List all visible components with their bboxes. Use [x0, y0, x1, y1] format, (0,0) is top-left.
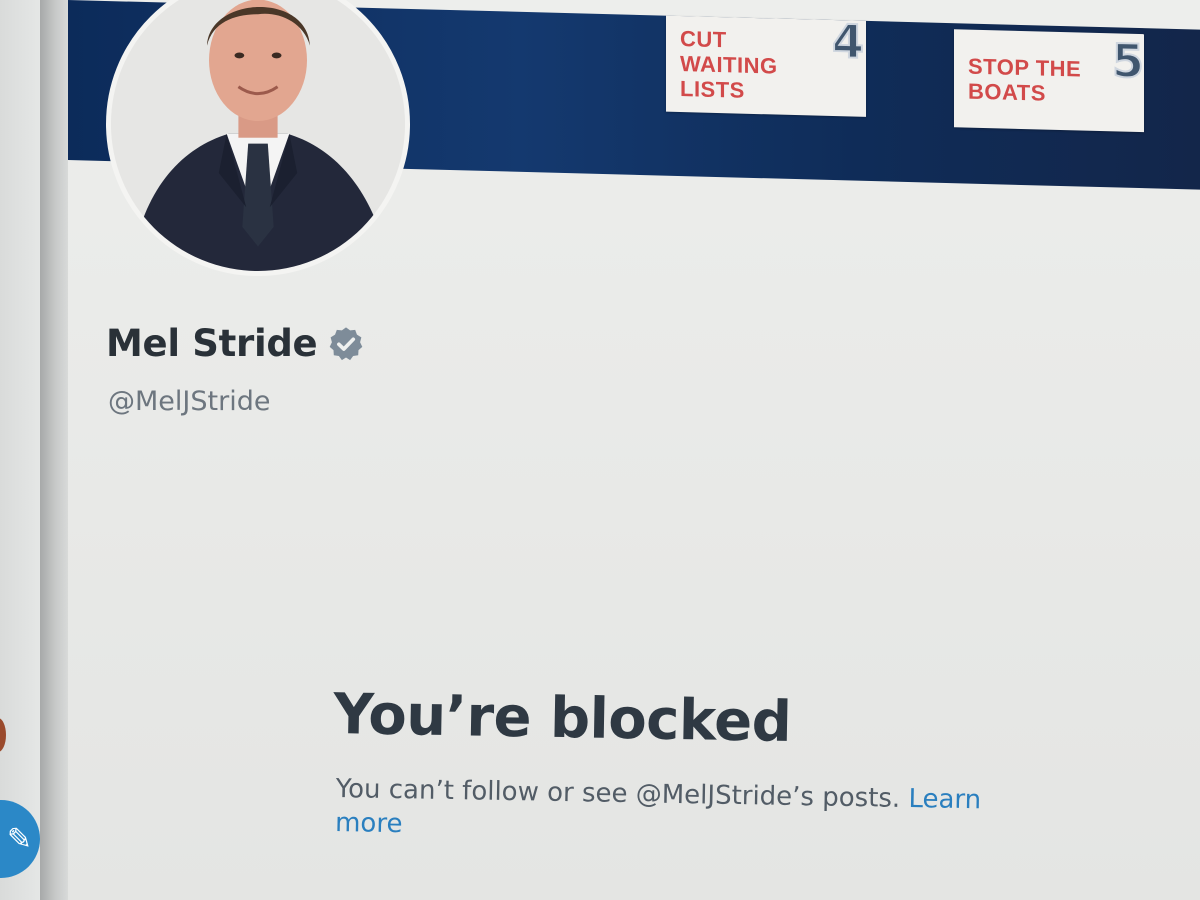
- profile-avatar[interactable]: [106, 0, 410, 276]
- display-name: Mel Stride: [106, 322, 318, 365]
- column-divider: [40, 0, 68, 900]
- blocked-message: You can’t follow or see @MelJStride’s po…: [335, 772, 1096, 853]
- banner-card-cut-waiting-lists: CUT WAITING LISTS 4: [666, 13, 866, 117]
- profile-handle: @MelJStride: [108, 386, 271, 417]
- learn-more-link-first: Learn: [908, 783, 982, 816]
- verified-badge-icon[interactable]: [327, 325, 365, 363]
- profile-column: CUT WAITING LISTS 4 STOP THE BOATS 5 Mel…: [68, 0, 1200, 900]
- banner-card-text: CUT WAITING LISTS: [680, 26, 778, 103]
- profile-photo-icon: [111, 0, 405, 271]
- blocked-message-text: You can’t follow or see @MelJStride’s po…: [335, 773, 901, 814]
- banner-card-number: 4: [831, 13, 865, 70]
- learn-more-link-second: more: [334, 807, 403, 840]
- banner-card-text: STOP THE BOATS: [968, 53, 1082, 106]
- profile-name-row: Mel Stride: [106, 322, 365, 365]
- banner-card-stop-the-boats: STOP THE BOATS 5: [954, 29, 1145, 133]
- banner-card-number: 5: [1111, 32, 1145, 89]
- blocked-title: You’re blocked: [332, 682, 792, 755]
- left-sidebar-strip: [0, 0, 44, 900]
- compose-icon: ✎: [6, 822, 32, 856]
